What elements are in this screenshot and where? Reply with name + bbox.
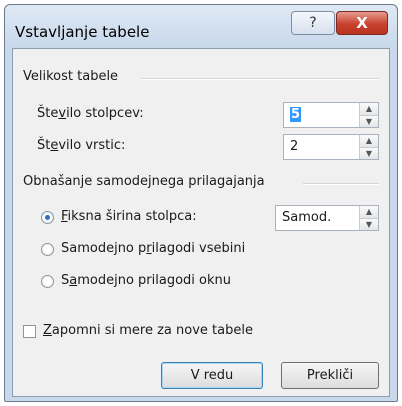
- fixed-width-down-arrow-icon[interactable]: ▼: [360, 218, 378, 230]
- table-size-divider: [141, 78, 379, 80]
- autofit-contents-radio[interactable]: [41, 243, 54, 256]
- remember-label[interactable]: Zapomni si mere za nove tabele: [43, 323, 253, 338]
- help-icon: ?: [309, 15, 317, 31]
- close-icon: X: [356, 14, 368, 32]
- fixed-width-up-arrow-icon[interactable]: ▲: [360, 206, 378, 218]
- dialog-body: Velikost tabele Število stolpcev: 5 ▲ ▼ …: [12, 48, 390, 397]
- close-button[interactable]: X: [336, 11, 388, 35]
- remember-checkbox[interactable]: [23, 325, 36, 338]
- cancel-button[interactable]: Prekliči: [281, 362, 379, 389]
- columns-spinner[interactable]: 5 ▲ ▼: [283, 102, 379, 128]
- columns-up-arrow-icon[interactable]: ▲: [360, 103, 378, 115]
- fixed-width-spinner[interactable]: Samod. ▲ ▼: [275, 205, 379, 231]
- dialog-window: Vstavljanje tabele ? X Velikost tabele Š…: [4, 4, 398, 402]
- rows-label: Število vrstic:: [37, 138, 126, 153]
- columns-down-arrow-icon[interactable]: ▼: [360, 115, 378, 127]
- fixed-width-radio[interactable]: [41, 211, 54, 224]
- columns-label: Število stolpcev:: [37, 106, 144, 121]
- fixed-width-value[interactable]: Samod.: [282, 210, 331, 225]
- table-size-heading: Velikost tabele: [23, 69, 119, 84]
- autofit-divider: [303, 183, 379, 185]
- autofit-contents-label[interactable]: Samodejno prilagodi vsebini: [61, 241, 245, 256]
- rows-up-arrow-icon[interactable]: ▲: [360, 135, 378, 147]
- autofit-window-radio[interactable]: [41, 275, 54, 288]
- rows-value[interactable]: 2: [290, 139, 298, 154]
- rows-down-arrow-icon[interactable]: ▼: [360, 147, 378, 159]
- fixed-width-label[interactable]: Fiksna širina stolpca:: [61, 209, 197, 224]
- columns-value[interactable]: 5: [290, 107, 302, 122]
- autofit-heading: Obnašanje samodejnega prilagajanja: [23, 174, 265, 189]
- rows-spinner[interactable]: 2 ▲ ▼: [283, 134, 379, 160]
- help-button[interactable]: ?: [291, 11, 335, 35]
- autofit-window-label[interactable]: Samodejno prilagodi oknu: [61, 273, 231, 288]
- ok-button[interactable]: V redu: [161, 362, 263, 389]
- dialog-title: Vstavljanje tabele: [15, 23, 150, 41]
